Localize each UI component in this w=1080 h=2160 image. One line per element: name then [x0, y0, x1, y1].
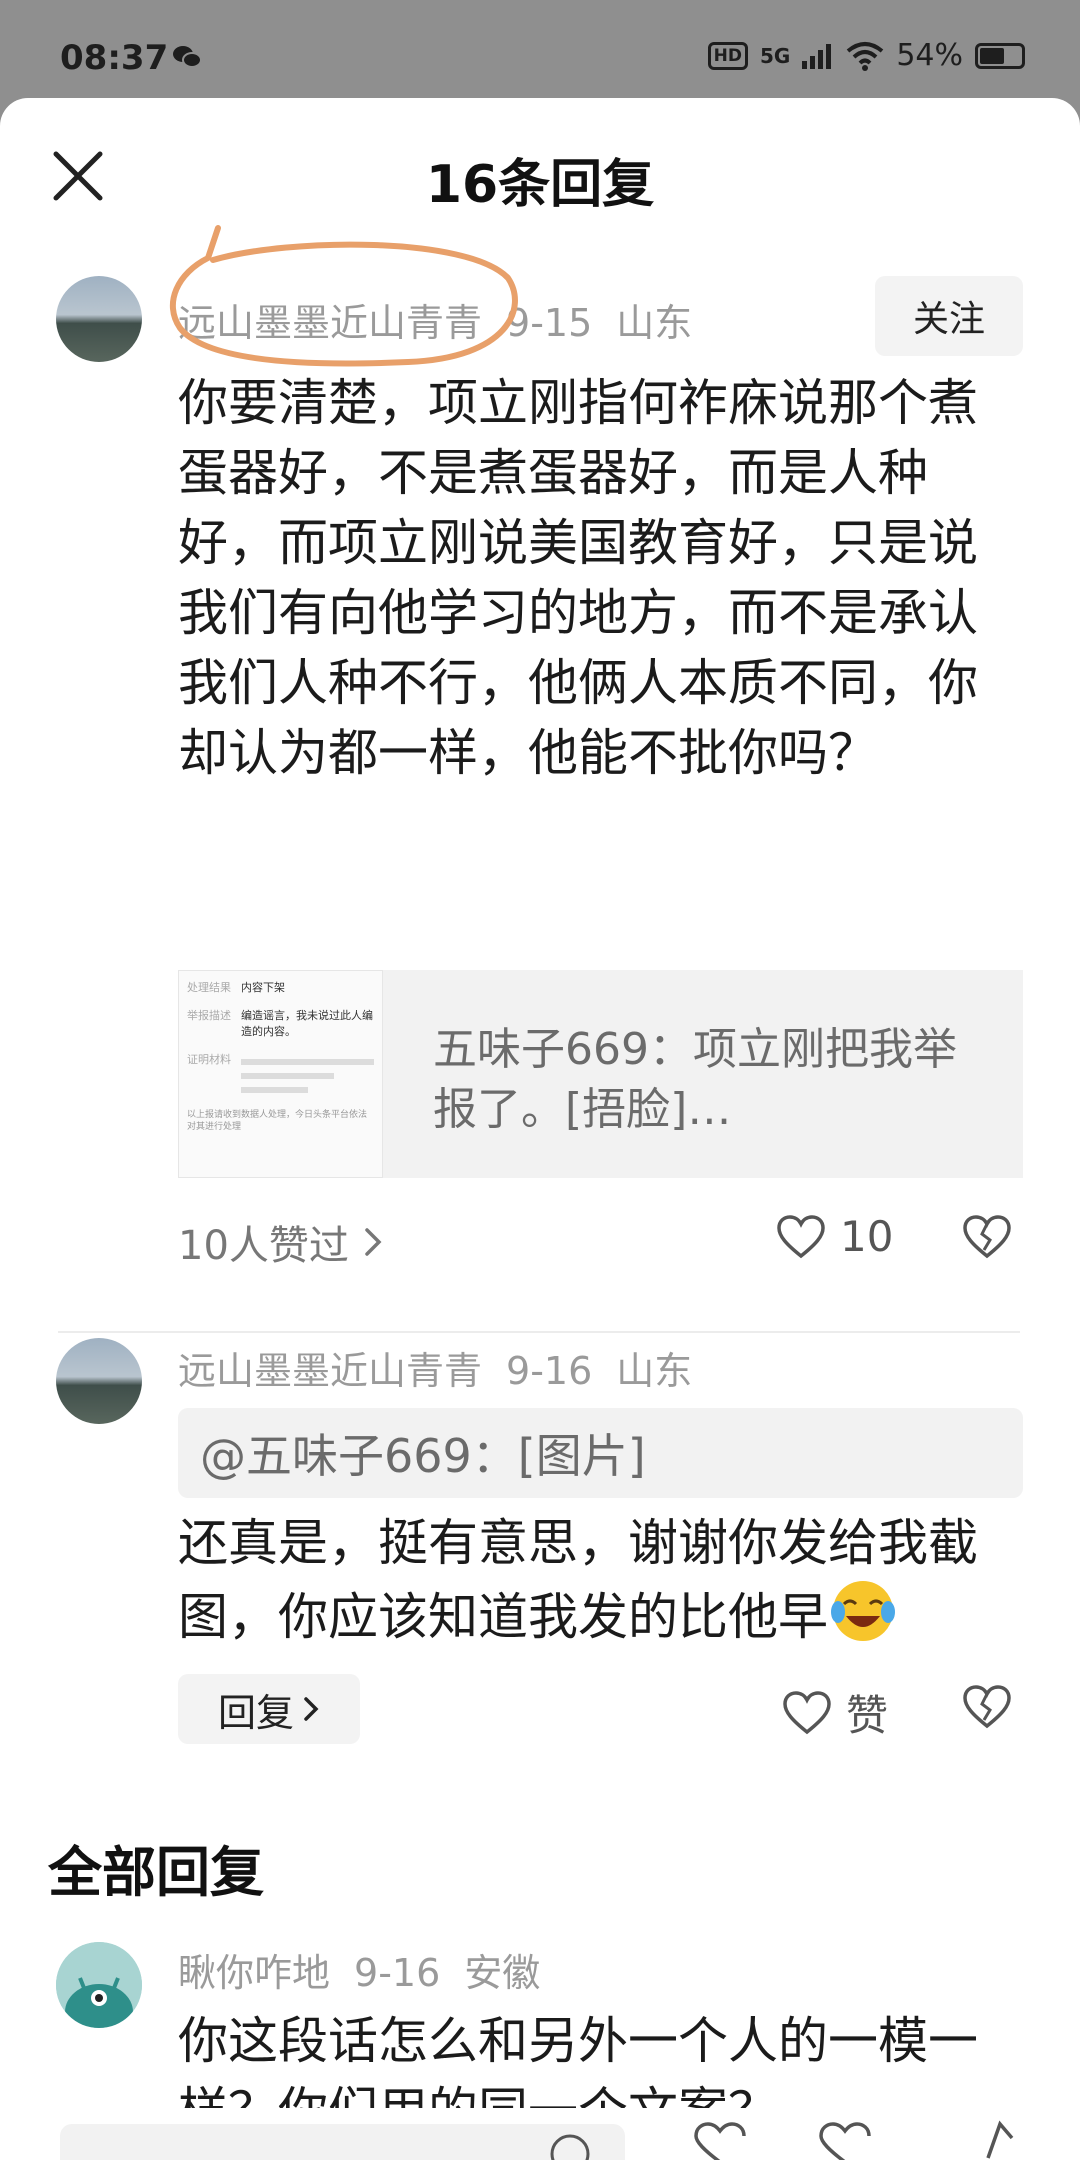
chevron-right-icon	[304, 1697, 319, 1721]
likes-row: 10人赞过	[178, 1212, 1028, 1272]
wechat-icon	[173, 46, 202, 68]
thumb-label: 处理结果	[187, 981, 231, 994]
username[interactable]: 远山墨墨近山青青	[178, 1349, 482, 1393]
quote-thumbnail[interactable]: 处理结果 内容下架 举报描述 编造谣言，我未说过此人编造的内容。 证明材料 以上报请…	[178, 970, 383, 1178]
signal-icon	[802, 43, 832, 69]
bottom-bar	[0, 2112, 1080, 2160]
status-bar: 08:37 HD 5G 54%	[0, 0, 1080, 100]
status-right: HD 5G 54%	[707, 38, 1025, 73]
reply-button-label: 回复	[217, 1690, 294, 1735]
like-label: 赞	[846, 1691, 889, 1740]
thumb-value: 内容下架	[241, 981, 285, 994]
follow-button[interactable]: 关注	[875, 276, 1023, 356]
star-icon[interactable]	[815, 2122, 875, 2160]
divider	[58, 1331, 1020, 1333]
replies-sheet: 16条回复 远山墨墨近山青青 9-15 山东 关注 你要清楚，项立刚指何祚庥说那个煮…	[0, 98, 1080, 2160]
quote-text: 五味子669：项立刚把我举报了。[捂脸]…	[433, 1024, 957, 1135]
laughing-crying-emoji-icon	[831, 1581, 895, 1641]
share-icon[interactable]	[980, 2118, 1020, 2160]
thumb-value: 编造谣言，我未说过此人编造的内容。	[241, 1009, 373, 1038]
thumb-label: 举报描述	[187, 1009, 231, 1022]
comment-date: 9-16	[506, 1349, 593, 1393]
comment-text: 你这段话怎么和另外一个人的一模一样？你们用的同一个文案？	[178, 2012, 978, 2108]
comment-meta: 远山墨墨近山青青 9-16 山东	[178, 1340, 716, 1395]
comment-meta: 远山墨墨近山青青 9-15 山东	[178, 292, 716, 347]
heart-icon	[783, 1690, 831, 1734]
quoted-comment-card[interactable]: 处理结果 内容下架 举报描述 编造谣言，我未说过此人编造的内容。 证明材料 以上报请…	[178, 970, 1023, 1178]
comment-date: 9-16	[354, 1951, 441, 1995]
likes-summary-label: 10人赞过	[178, 1223, 349, 1269]
mention-box[interactable]: @五味子669：[图片]	[178, 1408, 1023, 1498]
hd-icon: HD	[707, 41, 748, 70]
comment-date: 9-15	[506, 301, 593, 345]
heart-icon[interactable]	[690, 2122, 750, 2160]
heart-icon	[777, 1214, 825, 1258]
likes-summary[interactable]: 10人赞过	[178, 1213, 383, 1271]
all-replies-heading: 全部回复	[48, 1841, 264, 1904]
emoji-button-icon[interactable]	[548, 2132, 592, 2160]
reply-button[interactable]: 回复	[178, 1674, 360, 1744]
avatar[interactable]	[56, 276, 142, 362]
battery-icon	[975, 42, 1025, 69]
dislike-icon[interactable]	[962, 1214, 1012, 1260]
battery-percent: 54%	[896, 38, 963, 73]
monster-avatar-icon	[56, 1942, 142, 2028]
comment-location: 山东	[616, 301, 693, 345]
thumb-footer: 以上报请收到数据人处理，今日头条平台依法对其进行处理	[187, 1110, 368, 1132]
comment-input[interactable]	[60, 2124, 625, 2160]
comment-text: 你要清楚，项立刚指何祚庥说那个煮蛋器好，不是煮蛋器好，而是人种好，而项立刚说美国…	[178, 374, 978, 782]
wifi-icon	[847, 41, 884, 71]
comment-text: 还真是，挺有意思，谢谢你发给我截图，你应该知道我发的比他早	[178, 1508, 1008, 1652]
avatar[interactable]	[56, 1942, 142, 2028]
like-button[interactable]: 10	[776, 1212, 893, 1261]
comment-location: 山东	[616, 1349, 693, 1393]
username[interactable]: 远山墨墨近山青青	[178, 301, 482, 345]
status-time: 08:37	[60, 38, 169, 78]
sheet-title: 16条回复	[425, 155, 655, 215]
comment-location: 安徽	[464, 1951, 541, 1995]
like-button[interactable]: 赞	[782, 1682, 888, 1743]
comment-meta: 瞅你咋地 9-16 安徽	[178, 1942, 564, 1997]
network-label: 5G	[759, 43, 791, 68]
username[interactable]: 瞅你咋地	[178, 1951, 330, 1995]
dislike-icon[interactable]	[962, 1684, 1012, 1730]
chevron-right-icon	[365, 1228, 382, 1256]
like-count: 10	[840, 1212, 894, 1261]
avatar[interactable]	[56, 1338, 142, 1424]
thumb-label: 证明材料	[187, 1053, 231, 1066]
